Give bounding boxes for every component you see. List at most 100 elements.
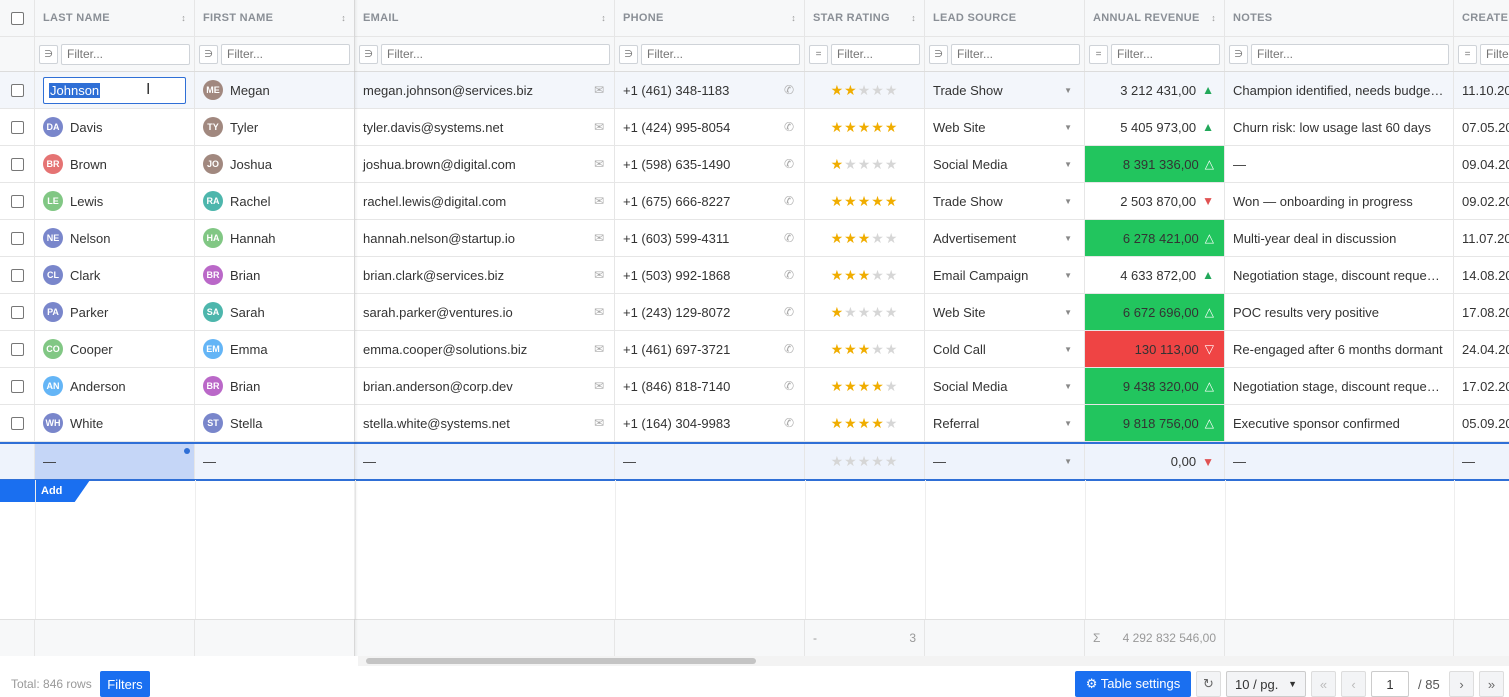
email-cell[interactable]: sarah.parker@ventures.io ✉ — [355, 294, 615, 330]
filter-operator-button[interactable]: ∋ — [199, 44, 218, 64]
last-page-button[interactable]: » — [1479, 671, 1504, 697]
filter-input[interactable] — [951, 43, 1080, 65]
mail-icon[interactable]: ✉ — [594, 157, 604, 171]
annual-revenue-cell[interactable]: 130 113,00 ▽ — [1085, 331, 1225, 367]
star-rating[interactable]: ★★★★★ — [813, 378, 916, 395]
star-icon[interactable]: ★ — [844, 230, 858, 246]
horizontal-scrollbar[interactable] — [358, 656, 1509, 666]
last-name-cell[interactable]: WH White — [35, 405, 195, 441]
star-rating-cell[interactable]: ★★★★★ — [805, 183, 925, 219]
phone-icon[interactable]: ✆ — [784, 379, 794, 393]
email-cell[interactable]: megan.johnson@services.biz ✉ — [355, 72, 615, 108]
chevron-down-icon[interactable]: ▼ — [1064, 86, 1072, 95]
lead-source-cell[interactable]: Advertisement ▼ — [925, 220, 1085, 256]
row-select-cell[interactable] — [0, 368, 35, 404]
add-row-button[interactable]: Add — [0, 480, 90, 502]
star-icon[interactable]: ★ — [871, 193, 885, 209]
star-rating-cell[interactable]: ★★★★★ — [805, 220, 925, 256]
select-all-cell[interactable] — [0, 0, 35, 36]
star-rating-cell[interactable]: ★★★★★ — [805, 294, 925, 330]
table-row[interactable]: DA Davis TY Tyler tyler.davis@systems.net ✉ +1… — [0, 109, 1509, 146]
star-icon[interactable]: ★ — [885, 341, 899, 357]
filter-input[interactable] — [381, 43, 610, 65]
star-icon[interactable]: ★ — [871, 82, 885, 98]
lead-source-cell[interactable]: Social Media ▼ — [925, 146, 1085, 182]
first-name-cell[interactable]: SA Sarah — [195, 294, 355, 330]
first-name-cell[interactable]: TY Tyler — [195, 109, 355, 145]
filter-operator-button[interactable]: = — [809, 44, 828, 64]
last-name-cell[interactable]: BR Brown — [35, 146, 195, 182]
chevron-down-icon[interactable]: ▼ — [1064, 123, 1072, 132]
star-icon[interactable]: ★ — [885, 119, 899, 135]
star-icon[interactable]: ★ — [844, 378, 858, 394]
notes-cell[interactable]: Negotiation stage, discount requested — [1225, 257, 1454, 293]
star-icon[interactable]: ★ — [831, 193, 845, 209]
column-header-phone[interactable]: PHONE ↕ — [615, 0, 805, 36]
filter-input[interactable] — [221, 43, 350, 65]
star-icon[interactable]: ★ — [831, 453, 845, 469]
annual-revenue-cell[interactable]: 9 818 756,00 △ — [1085, 405, 1225, 441]
new-star-rating-cell[interactable]: ★★★★★ — [805, 444, 925, 479]
created-cell[interactable]: 17.08.20 — [1454, 294, 1509, 330]
star-icon[interactable]: ★ — [844, 267, 858, 283]
phone-cell[interactable]: +1 (675) 666-8227 ✆ — [615, 183, 805, 219]
filter-operator-button[interactable]: ∋ — [39, 44, 58, 64]
star-rating-cell[interactable]: ★★★★★ — [805, 331, 925, 367]
new-notes-cell[interactable]: — — [1225, 444, 1454, 479]
mail-icon[interactable]: ✉ — [594, 120, 604, 134]
last-name-cell[interactable]: Johnson I — [35, 72, 195, 108]
chevron-down-icon[interactable]: ▼ — [1064, 197, 1072, 206]
email-cell[interactable]: rachel.lewis@digital.com ✉ — [355, 183, 615, 219]
row-checkbox[interactable] — [10, 379, 24, 393]
table-row[interactable]: CL Clark BR Brian brian.clark@services.biz ✉ +… — [0, 257, 1509, 294]
star-icon[interactable]: ★ — [844, 82, 858, 98]
notes-cell[interactable]: Multi-year deal in discussion — [1225, 220, 1454, 256]
first-name-cell[interactable]: ST Stella — [195, 405, 355, 441]
star-icon[interactable]: ★ — [858, 193, 872, 209]
star-rating[interactable]: ★★★★★ — [813, 119, 916, 136]
star-icon[interactable]: ★ — [871, 119, 885, 135]
row-select-cell[interactable] — [0, 294, 35, 330]
table-row[interactable]: WH White ST Stella stella.white@systems.net ✉… — [0, 405, 1509, 442]
notes-cell[interactable]: Executive sponsor confirmed — [1225, 405, 1454, 441]
phone-icon[interactable]: ✆ — [784, 416, 794, 430]
phone-cell[interactable]: +1 (503) 992-1868 ✆ — [615, 257, 805, 293]
star-icon[interactable]: ★ — [844, 453, 858, 469]
column-header-notes[interactable]: NOTES — [1225, 0, 1454, 36]
sort-icon[interactable]: ↕ — [601, 13, 606, 23]
star-rating[interactable]: ★★★★★ — [813, 193, 916, 210]
email-cell[interactable]: hannah.nelson@startup.io ✉ — [355, 220, 615, 256]
star-icon[interactable]: ★ — [831, 304, 845, 320]
row-select-cell[interactable] — [0, 109, 35, 145]
row-checkbox[interactable] — [10, 268, 24, 282]
notes-cell[interactable]: POC results very positive — [1225, 294, 1454, 330]
star-icon[interactable]: ★ — [885, 415, 899, 431]
table-row[interactable]: NE Nelson HA Hannah hannah.nelson@startup.io… — [0, 220, 1509, 257]
lead-source-cell[interactable]: Trade Show ▼ — [925, 72, 1085, 108]
phone-cell[interactable]: +1 (424) 995-8054 ✆ — [615, 109, 805, 145]
new-revenue-cell[interactable]: 0,00 ▼ — [1085, 444, 1225, 479]
filter-input[interactable] — [831, 43, 920, 65]
refresh-icon[interactable]: ↻ — [1196, 671, 1221, 697]
annual-revenue-cell[interactable]: 4 633 872,00 ▲ — [1085, 257, 1225, 293]
notes-cell[interactable]: Champion identified, needs budget approv… — [1225, 72, 1454, 108]
mail-icon[interactable]: ✉ — [594, 416, 604, 430]
star-icon[interactable]: ★ — [831, 82, 845, 98]
annual-revenue-cell[interactable]: 8 391 336,00 △ — [1085, 146, 1225, 182]
star-icon[interactable]: ★ — [858, 341, 872, 357]
star-icon[interactable]: ★ — [885, 230, 899, 246]
new-phone-cell[interactable]: — — [615, 444, 805, 479]
sort-icon[interactable]: ↕ — [181, 13, 186, 23]
annual-revenue-cell[interactable]: 6 278 421,00 △ — [1085, 220, 1225, 256]
table-row[interactable]: BR Brown JO Joshua joshua.brown@digital.com ✉… — [0, 146, 1509, 183]
chevron-down-icon[interactable]: ▼ — [1064, 345, 1072, 354]
row-select-cell[interactable] — [0, 405, 35, 441]
row-checkbox[interactable] — [10, 83, 24, 97]
sort-icon[interactable]: ↕ — [791, 13, 796, 23]
star-icon[interactable]: ★ — [858, 453, 872, 469]
star-icon[interactable]: ★ — [871, 156, 885, 172]
first-name-cell[interactable]: BR Brian — [195, 257, 355, 293]
column-header-annual-revenue[interactable]: ANNUAL REVENUE ↕ — [1085, 0, 1225, 36]
first-name-cell[interactable]: ME Megan — [195, 72, 355, 108]
star-icon[interactable]: ★ — [844, 341, 858, 357]
